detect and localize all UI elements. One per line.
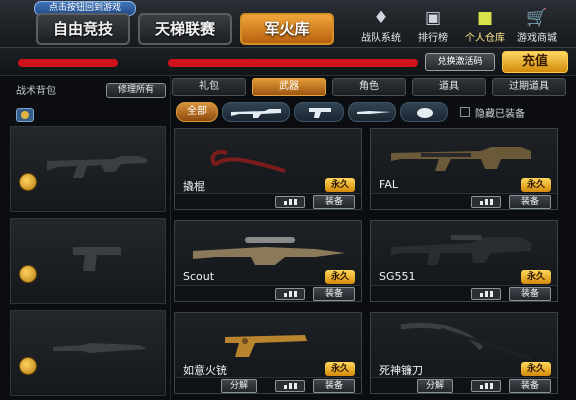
ranking-icon: ▣ bbox=[424, 8, 442, 28]
decompose-button[interactable]: 分解 bbox=[417, 379, 453, 393]
hide-equipped-checkbox[interactable] bbox=[460, 107, 470, 117]
mode-ladder-league-button[interactable]: 天梯联赛 bbox=[138, 13, 232, 45]
equip-button[interactable]: 装备 bbox=[509, 379, 551, 393]
warehouse-icon: ■ bbox=[476, 8, 494, 28]
stats-bars-icon[interactable] bbox=[275, 380, 305, 392]
backpack-title: 战术背包 bbox=[16, 86, 56, 97]
item-actions: 装备 bbox=[175, 193, 361, 209]
nav-team-label: 战队系统 bbox=[361, 33, 401, 44]
tab-items[interactable]: 道具 bbox=[412, 78, 486, 96]
nav-shop-label: 游戏商城 bbox=[517, 33, 557, 44]
item-card-scout[interactable]: Scout 永久 装备 bbox=[174, 220, 362, 302]
rifle-icon bbox=[47, 156, 147, 178]
scout-sniper-icon bbox=[193, 237, 345, 265]
nav-ranking[interactable]: ▣ 排行榜 bbox=[408, 7, 458, 45]
redeem-code-button[interactable]: 兑换激活码 bbox=[425, 53, 495, 71]
permanent-badge: 永久 bbox=[325, 362, 355, 376]
filter-pistols[interactable] bbox=[294, 102, 344, 122]
sg551-rifle-icon bbox=[391, 235, 531, 265]
equip-button[interactable]: 装备 bbox=[313, 287, 355, 301]
redacted-info bbox=[168, 59, 418, 67]
team-icon: ♦ bbox=[373, 8, 389, 28]
permanent-badge: 永久 bbox=[325, 270, 355, 284]
decompose-button[interactable]: 分解 bbox=[221, 379, 257, 393]
equip-button[interactable]: 装备 bbox=[313, 379, 355, 393]
stats-bars-icon[interactable] bbox=[275, 196, 305, 208]
equip-button[interactable]: 装备 bbox=[313, 195, 355, 209]
grenade-filter-icon bbox=[417, 108, 433, 118]
item-actions: 装备 bbox=[175, 285, 361, 301]
equip-button[interactable]: 装备 bbox=[509, 287, 551, 301]
tab-gift-pack[interactable]: 礼包 bbox=[172, 78, 246, 96]
scythe-icon bbox=[400, 322, 532, 361]
backpack-slot-melee[interactable] bbox=[10, 310, 166, 396]
item-actions: 分解 装备 bbox=[175, 377, 361, 393]
coin-icon bbox=[19, 173, 37, 191]
musket-pistol-icon bbox=[225, 335, 307, 357]
filter-rifles[interactable] bbox=[222, 102, 290, 122]
permanent-badge: 永久 bbox=[521, 362, 551, 376]
item-name: FAL bbox=[379, 178, 398, 191]
pistol-filter-icon bbox=[309, 108, 331, 118]
crowbar-icon bbox=[210, 150, 286, 173]
tab-characters[interactable]: 角色 bbox=[332, 78, 406, 96]
item-card-sg551[interactable]: SG551 永久 装备 bbox=[370, 220, 558, 302]
pistol-icon bbox=[73, 247, 121, 271]
filter-knives[interactable] bbox=[348, 102, 396, 122]
backpack-badge-icon bbox=[16, 108, 34, 122]
recharge-button[interactable]: 充值 bbox=[502, 51, 568, 73]
backpack-slot-secondary[interactable] bbox=[10, 218, 166, 304]
repair-all-button[interactable]: 修理所有 bbox=[106, 83, 166, 98]
fal-rifle-icon bbox=[391, 147, 531, 171]
shop-cart-icon: 🛒 bbox=[526, 8, 548, 28]
stats-bars-icon[interactable] bbox=[471, 288, 501, 300]
coin-icon bbox=[19, 357, 37, 375]
stats-bars-icon[interactable] bbox=[471, 196, 501, 208]
knife-filter-icon bbox=[357, 111, 391, 114]
filter-grenades[interactable] bbox=[400, 102, 448, 122]
top-bar: 点击按钮回到游戏 自由竞技 天梯联赛 军火库 ♦ 战队系统 ▣ 排行榜 ■ 个人… bbox=[0, 0, 576, 48]
hide-equipped-label: 隐藏已装备 bbox=[475, 109, 525, 120]
permanent-badge: 永久 bbox=[521, 178, 551, 192]
nav-ranking-label: 排行榜 bbox=[418, 33, 448, 44]
nav-team-system[interactable]: ♦ 战队系统 bbox=[356, 7, 406, 45]
item-name: 撬棍 bbox=[183, 180, 205, 193]
item-card-crowbar[interactable]: 撬棍 永久 装备 bbox=[174, 128, 362, 210]
mode-armory-button[interactable]: 军火库 bbox=[240, 13, 334, 45]
item-actions: 装备 bbox=[371, 285, 557, 301]
mode-free-battle-button[interactable]: 自由竞技 bbox=[36, 13, 130, 45]
tactical-backpack: 战术背包 修理所有 bbox=[4, 78, 166, 400]
filter-all[interactable]: 全部 bbox=[176, 102, 218, 122]
item-actions: 分解 装备 bbox=[371, 377, 557, 393]
tab-expired-items[interactable]: 过期道具 bbox=[492, 78, 566, 96]
item-card-death-scythe[interactable]: 死神镰刀 永久 分解 装备 bbox=[370, 312, 558, 394]
stats-bars-icon[interactable] bbox=[471, 380, 501, 392]
rifle-filter-icon bbox=[231, 109, 281, 118]
nav-warehouse[interactable]: ■ 个人仓库 bbox=[460, 7, 510, 45]
item-name: 死神镰刀 bbox=[379, 364, 423, 377]
panel-divider bbox=[170, 76, 171, 400]
item-name: Scout bbox=[183, 270, 215, 283]
redacted-username bbox=[18, 59, 118, 67]
equip-button[interactable]: 装备 bbox=[509, 195, 551, 209]
coin-icon bbox=[19, 265, 37, 283]
permanent-badge: 永久 bbox=[325, 178, 355, 192]
nav-shop[interactable]: 🛒 游戏商城 bbox=[512, 7, 562, 45]
item-name: SG551 bbox=[379, 270, 416, 283]
item-actions: 装备 bbox=[371, 193, 557, 209]
nav-warehouse-label: 个人仓库 bbox=[465, 33, 505, 44]
item-card-ruyi-musket[interactable]: 如意火铳 永久 分解 装备 bbox=[174, 312, 362, 394]
item-card-fal[interactable]: FAL 永久 装备 bbox=[370, 128, 558, 210]
stats-bars-icon[interactable] bbox=[275, 288, 305, 300]
tab-weapons[interactable]: 武器 bbox=[252, 78, 326, 96]
account-bar: 兑换激活码 充值 bbox=[0, 48, 576, 76]
item-name: 如意火铳 bbox=[183, 364, 227, 377]
backpack-slot-primary[interactable] bbox=[10, 126, 166, 212]
permanent-badge: 永久 bbox=[521, 270, 551, 284]
knife-icon bbox=[53, 343, 147, 353]
